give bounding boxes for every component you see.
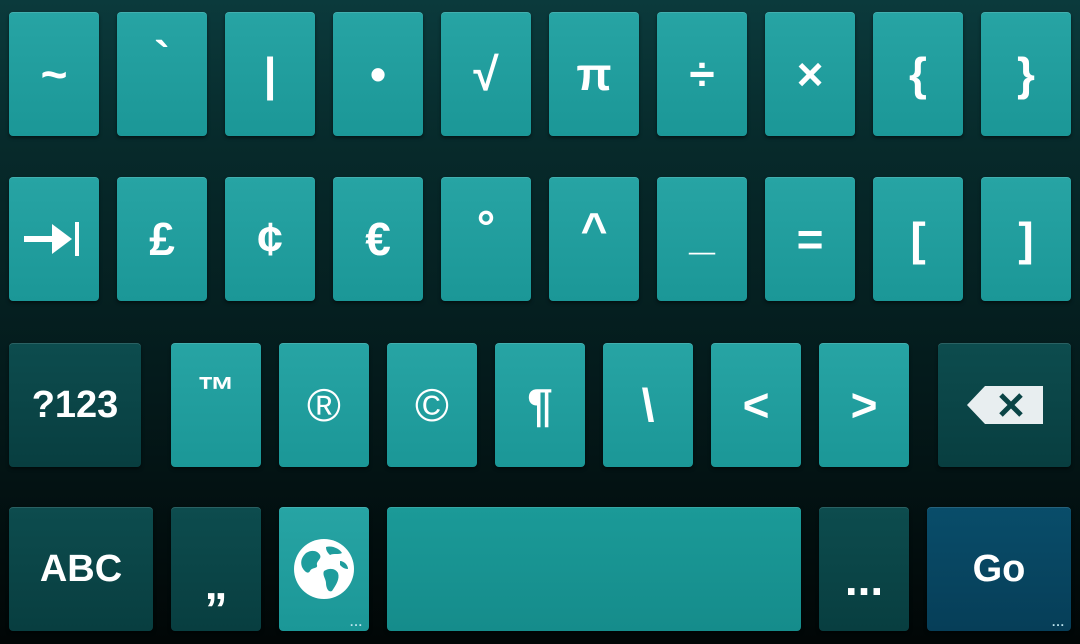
- key-abc[interactable]: ABC: [9, 507, 153, 631]
- key-underscore[interactable]: _: [657, 177, 747, 301]
- key-copyright[interactable]: ©: [387, 343, 477, 467]
- key-label: {: [909, 48, 927, 100]
- key-right-brace[interactable]: }: [981, 12, 1071, 136]
- key-label: ~: [40, 48, 68, 100]
- key-label: °: [476, 201, 496, 253]
- key-backtick[interactable]: `: [117, 12, 207, 136]
- globe-icon: [294, 539, 354, 599]
- key-label: π: [576, 48, 612, 100]
- key-degree[interactable]: °: [441, 177, 531, 301]
- key-label: =: [796, 213, 824, 265]
- key-equals[interactable]: =: [765, 177, 855, 301]
- key-registered[interactable]: ®: [279, 343, 369, 467]
- key-tab[interactable]: [9, 177, 99, 301]
- key-divide[interactable]: ÷: [657, 12, 747, 136]
- key-bullet[interactable]: •: [333, 12, 423, 136]
- key-label: |: [263, 48, 277, 100]
- key-label: ^: [580, 203, 608, 255]
- key-label: ...: [844, 553, 884, 605]
- key-symbols-toggle[interactable]: ?123: [9, 343, 141, 467]
- key-greater-than[interactable]: >: [819, 343, 909, 467]
- key-label: ?123: [31, 384, 119, 426]
- key-label: €: [365, 213, 391, 265]
- backspace-icon: [966, 386, 1043, 424]
- key-label: <: [742, 379, 770, 431]
- key-label: •: [369, 48, 387, 100]
- go-button[interactable]: Go ...: [927, 507, 1071, 631]
- key-caret[interactable]: ^: [549, 177, 639, 301]
- key-backslash[interactable]: \: [603, 343, 693, 467]
- key-trademark[interactable]: ™: [171, 343, 261, 467]
- key-ellipsis[interactable]: ...: [819, 507, 909, 631]
- key-tilde[interactable]: ~: [9, 12, 99, 136]
- key-euro[interactable]: €: [333, 177, 423, 301]
- key-label: >: [850, 379, 878, 431]
- key-multiply[interactable]: ×: [765, 12, 855, 136]
- key-label: \: [641, 379, 655, 431]
- key-label: √: [473, 48, 499, 100]
- key-label: ÷: [689, 48, 715, 100]
- key-label: ™: [197, 370, 235, 412]
- key-label: £: [149, 213, 175, 265]
- key-label: Go: [972, 548, 1026, 590]
- key-pi[interactable]: π: [549, 12, 639, 136]
- key-left-bracket[interactable]: [: [873, 177, 963, 301]
- key-label: `: [154, 32, 170, 84]
- key-sqrt[interactable]: √: [441, 12, 531, 136]
- key-label: }: [1017, 48, 1035, 100]
- key-pipe[interactable]: |: [225, 12, 315, 136]
- key-label: ©: [415, 379, 449, 431]
- key-cent[interactable]: ¢: [225, 177, 315, 301]
- key-pound[interactable]: £: [117, 177, 207, 301]
- key-space[interactable]: [387, 507, 801, 631]
- key-right-bracket[interactable]: ]: [981, 177, 1071, 301]
- key-pilcrow[interactable]: ¶: [495, 343, 585, 467]
- more-indicator: ...: [349, 615, 363, 629]
- key-label: [: [910, 213, 926, 265]
- key-label: ×: [796, 48, 824, 100]
- key-label: ]: [1018, 213, 1034, 265]
- key-label: „: [204, 557, 228, 609]
- key-left-brace[interactable]: {: [873, 12, 963, 136]
- key-label: ABC: [39, 548, 123, 590]
- key-less-than[interactable]: <: [711, 343, 801, 467]
- key-label: ®: [307, 379, 341, 431]
- tab-icon: [24, 222, 79, 256]
- key-label: ¢: [257, 213, 283, 265]
- key-label: ¶: [527, 379, 553, 431]
- key-label: _: [689, 207, 715, 259]
- key-language[interactable]: ...: [279, 507, 369, 631]
- more-indicator: ...: [1051, 615, 1065, 629]
- key-comma-quote[interactable]: „: [171, 507, 261, 631]
- key-backspace[interactable]: [938, 343, 1071, 467]
